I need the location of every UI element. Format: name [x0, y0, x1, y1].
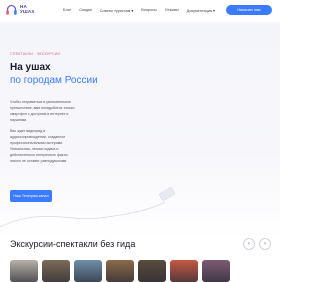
hero-title: На ушах: [10, 62, 51, 73]
nav-blog[interactable]: Блог: [63, 8, 71, 13]
logo[interactable]: НА УШАХ: [6, 4, 35, 16]
logo-text-line2: УШАХ: [20, 9, 35, 14]
tour-cards: [10, 260, 230, 282]
chevron-left-icon[interactable]: ‹: [243, 238, 255, 250]
hero-section: СПЕКТАКЛИ · ЭКСКУРСИИ На ушах по городам…: [0, 22, 280, 240]
tour-card-2[interactable]: [42, 260, 70, 282]
headphones-icon: [6, 4, 17, 15]
nav-questions[interactable]: Вопросы: [141, 8, 157, 13]
nav-docs[interactable]: Документация ▾: [187, 8, 215, 13]
logo-text: НА УШАХ: [20, 4, 35, 15]
nav-discounts[interactable]: Скидки: [79, 8, 92, 13]
carousel-controls: ‹ ›: [243, 238, 271, 250]
write-us-button[interactable]: Написать нам: [226, 5, 272, 15]
tour-card-1[interactable]: [10, 260, 38, 282]
nav-tips[interactable]: Советы туристам ▾: [100, 8, 133, 13]
tour-card-6[interactable]: [170, 260, 198, 282]
tour-card-5[interactable]: [138, 260, 166, 282]
chevron-right-icon[interactable]: ›: [259, 238, 271, 250]
hero-tagline: СПЕКТАКЛИ · ЭКСКУРСИИ: [10, 52, 61, 56]
nav-reviews[interactable]: Отзывы: [165, 8, 179, 13]
site-header: НА УШАХ Блог Скидки Советы туристам ▾ Во…: [0, 0, 280, 23]
tour-card-3[interactable]: [74, 260, 102, 282]
hero-paragraph-1: Чтобы отправиться в увлекательное путеше…: [10, 100, 75, 122]
telegram-channel-button[interactable]: Наш Телеграм-канал: [10, 190, 52, 202]
section-title: Экскурсии-спектакли без гида: [10, 239, 136, 249]
tour-card-4[interactable]: [106, 260, 134, 282]
hero-paragraph-2: Вас ждет видеоряд в аудиосопровождении, …: [10, 129, 68, 163]
main-nav: Блог Скидки Советы туристам ▾ Вопросы От…: [63, 8, 215, 13]
tour-card-7[interactable]: [202, 260, 230, 282]
hero-subtitle: по городам России: [10, 75, 98, 86]
